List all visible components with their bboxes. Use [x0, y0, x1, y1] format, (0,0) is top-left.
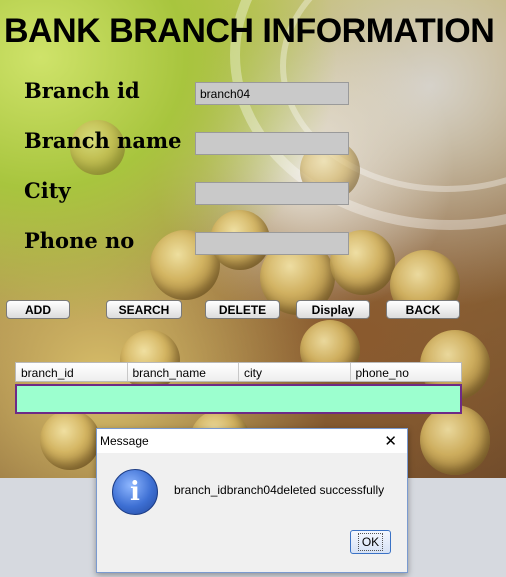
branch-id-input[interactable]: branch04: [195, 82, 349, 105]
page-title: BANK BRANCH INFORMATION: [4, 12, 495, 50]
branch-id-label: Branch id: [24, 78, 140, 103]
branch-name-input[interactable]: [195, 132, 349, 155]
branch-name-label: Branch name: [24, 128, 182, 153]
add-button[interactable]: ADD: [6, 300, 70, 319]
ok-button[interactable]: OK: [350, 530, 391, 554]
branch-table: branch_id branch_name city phone_no: [15, 362, 462, 414]
search-button[interactable]: SEARCH: [106, 300, 182, 319]
phone-input[interactable]: [195, 232, 349, 255]
message-dialog: Message ✕ i branch_idbranch04deleted suc…: [96, 428, 408, 573]
column-header[interactable]: city: [239, 363, 351, 381]
city-label: City: [24, 178, 71, 203]
dialog-title: Message: [100, 434, 149, 448]
table-row[interactable]: [15, 384, 462, 414]
delete-button[interactable]: DELETE: [205, 300, 280, 319]
phone-label: Phone no: [24, 228, 135, 253]
column-header[interactable]: branch_name: [128, 363, 239, 381]
dialog-titlebar: Message ✕: [97, 429, 407, 453]
dialog-message: branch_idbranch04deleted successfully: [174, 483, 385, 497]
info-icon: i: [112, 469, 158, 515]
city-input[interactable]: [195, 182, 349, 205]
ok-button-label: OK: [357, 533, 384, 551]
display-button[interactable]: Display: [296, 300, 370, 319]
column-header[interactable]: branch_id: [16, 363, 128, 381]
back-button[interactable]: BACK: [386, 300, 460, 319]
table-header: branch_id branch_name city phone_no: [15, 362, 462, 382]
column-header[interactable]: phone_no: [351, 363, 462, 381]
close-icon[interactable]: ✕: [384, 432, 397, 450]
